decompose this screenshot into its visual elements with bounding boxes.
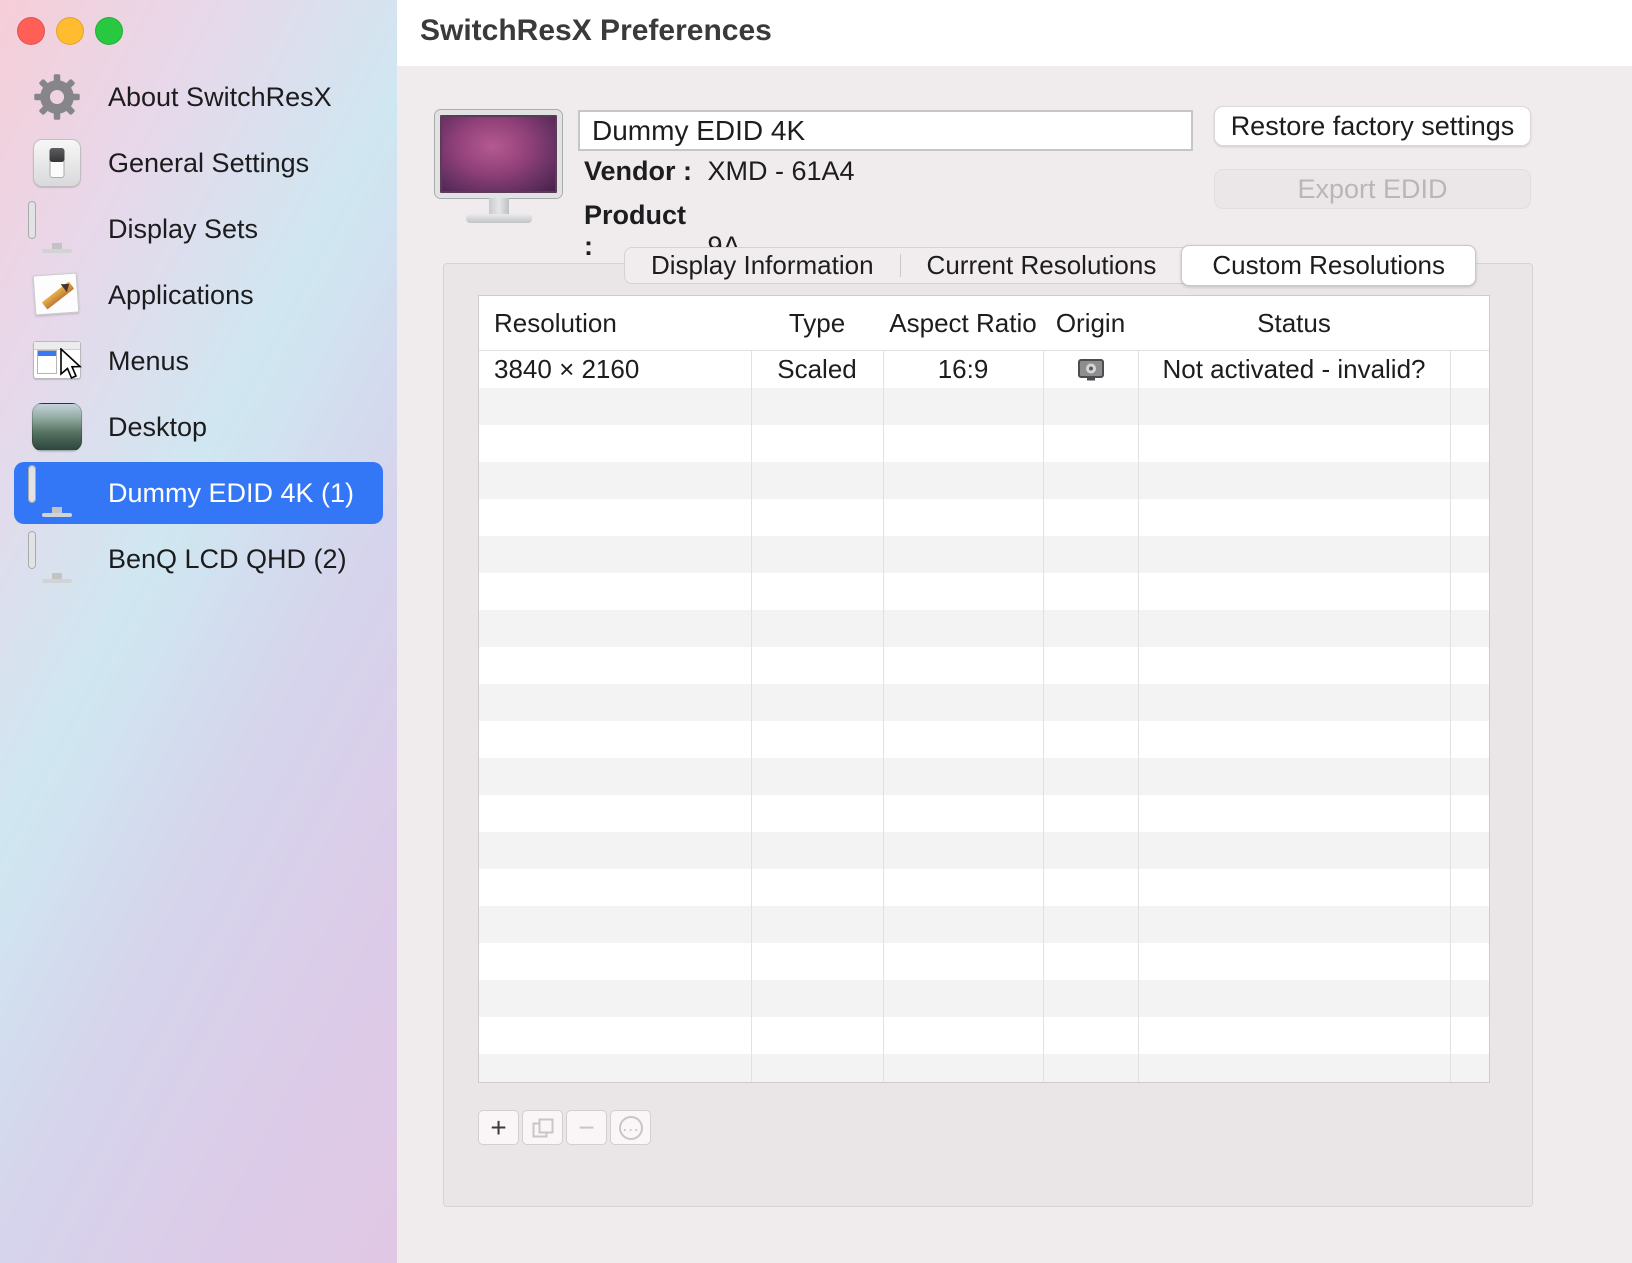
restore-factory-settings-button[interactable]: Restore factory settings [1214,106,1531,146]
sidebar-item-label: Applications [108,280,254,311]
header-origin[interactable]: Origin [1043,308,1138,339]
add-resolution-button[interactable]: + [478,1110,519,1145]
window-title: SwitchResX Preferences [420,14,772,48]
applications-icon [28,267,86,323]
duplicate-icon [532,1118,554,1138]
table-header-row: Resolution Type Aspect Ratio Origin Stat… [479,296,1489,351]
column-separator [1450,296,1451,1082]
column-separator [1138,296,1139,1082]
sidebar-item-general-settings[interactable]: General Settings [14,132,383,194]
tab-current-resolutions[interactable]: Current Resolutions [901,248,1183,283]
export-edid-button[interactable]: Export EDID [1214,169,1531,209]
tab-custom-resolutions[interactable]: Custom Resolutions [1181,245,1476,286]
vendor-label: Vendor : [584,156,700,187]
sidebar-item-benq-lcd-qhd[interactable]: BenQ LCD QHD (2) [14,528,383,590]
cell-status: Not activated - invalid? [1138,354,1450,385]
display-monitor-image [435,110,562,228]
window-controls [17,17,123,45]
sidebar-list: About SwitchResX General Settings Displa… [14,66,383,594]
resolutions-table: Resolution Type Aspect Ratio Origin Stat… [478,295,1490,1083]
ellipsis-icon: … [619,1116,643,1140]
sidebar-item-label: About SwitchResX [108,82,332,113]
sidebar-item-display-sets[interactable]: Display Sets [14,198,383,260]
header-type[interactable]: Type [751,308,883,339]
sidebar-item-label: Display Sets [108,214,258,245]
table-empty-rows [479,351,1489,1082]
remove-resolution-button[interactable]: − [566,1110,607,1145]
header-status[interactable]: Status [1138,308,1450,339]
cell-resolution: 3840 × 2160 [479,354,751,385]
desktop-icon [28,399,86,455]
sidebar-item-applications[interactable]: Applications [14,264,383,326]
switchresx-preferences-window: About SwitchResX General Settings Displa… [0,0,1632,1263]
column-separator [751,296,752,1082]
sidebar-item-label: General Settings [108,148,309,179]
zoom-button[interactable] [95,17,123,45]
gear-icon [28,69,86,125]
monitor-icon [28,201,86,257]
vendor-value: XMD - 61A4 [708,156,855,186]
monitor-icon [28,465,86,521]
sidebar-item-dummy-edid-4k[interactable]: Dummy EDID 4K (1) [14,462,383,524]
sidebar-item-about[interactable]: About SwitchResX [14,66,383,128]
cell-origin [1043,359,1138,381]
sidebar-item-label: Dummy EDID 4K (1) [108,478,354,509]
header-resolution[interactable]: Resolution [479,308,751,339]
title-bar: SwitchResX Preferences [397,0,1632,66]
more-options-button[interactable]: … [610,1110,651,1145]
sidebar-item-label: Desktop [108,412,207,443]
display-name-input[interactable] [578,110,1193,151]
minimize-button[interactable] [56,17,84,45]
tab-bar: Display Information Current Resolutions … [624,247,1476,284]
mouse-cursor-icon [58,348,88,382]
column-separator [1043,296,1044,1082]
sidebar-item-desktop[interactable]: Desktop [14,396,383,458]
table-toolbar: + − … [478,1110,651,1145]
app-origin-icon [1078,359,1104,381]
main-content: Vendor : XMD - 61A4 Product : 9A Restore… [397,66,1632,1263]
close-button[interactable] [17,17,45,45]
cell-aspect-ratio: 16:9 [883,354,1043,385]
table-row[interactable]: 3840 × 2160 Scaled 16:9 Not activated - … [479,351,1489,388]
column-separator [883,296,884,1082]
switch-icon [28,135,86,191]
duplicate-resolution-button[interactable] [522,1110,563,1145]
vendor-row: Vendor : XMD - 61A4 [584,156,855,187]
sidebar-item-label: BenQ LCD QHD (2) [108,544,347,575]
header-aspect-ratio[interactable]: Aspect Ratio [883,308,1043,339]
tab-display-information[interactable]: Display Information [625,248,900,283]
sidebar: About SwitchResX General Settings Displa… [0,0,397,1263]
cell-type: Scaled [751,354,883,385]
monitor-icon [28,531,86,587]
sidebar-item-label: Menus [108,346,189,377]
